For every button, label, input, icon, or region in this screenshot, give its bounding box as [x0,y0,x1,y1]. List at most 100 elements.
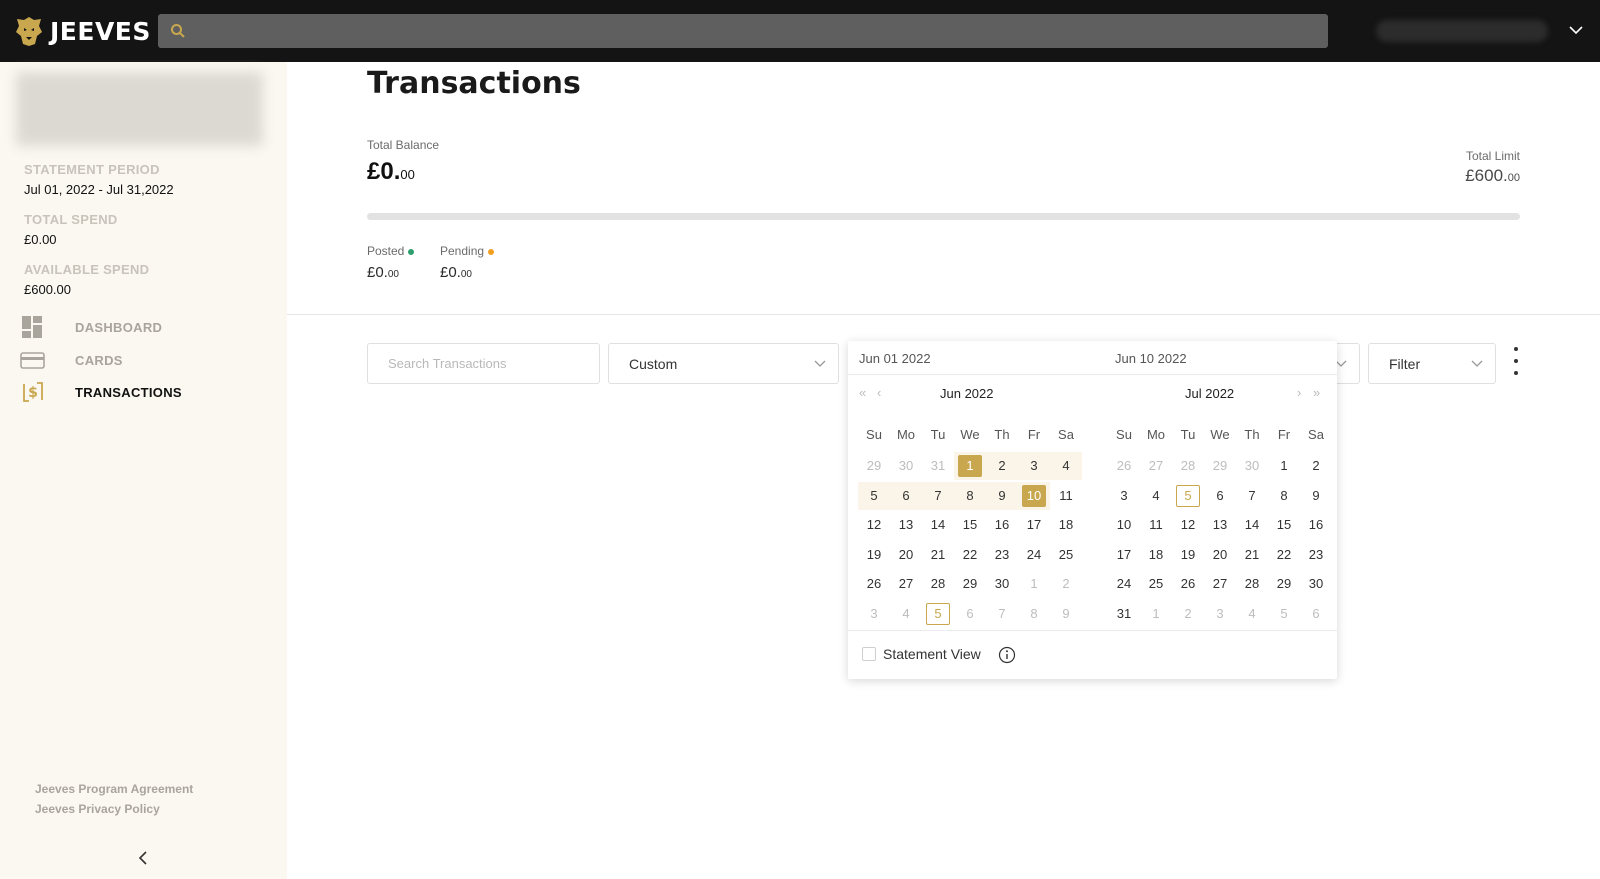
user-menu-blurred[interactable] [1376,20,1548,42]
calendar-day[interactable]: 5 [1176,484,1200,507]
calendar-day[interactable]: 23 [990,544,1014,566]
calendar-day[interactable]: 10 [1112,514,1136,536]
calendar-day[interactable]: 20 [1208,544,1232,566]
info-icon[interactable] [998,646,1016,664]
calendar-day[interactable]: 30 [894,455,918,477]
calendar-day[interactable]: 25 [1054,544,1078,566]
start-date-input[interactable]: Jun 01 2022 [859,351,931,366]
statement-view-checkbox[interactable] [862,647,876,661]
calendar-day[interactable]: 13 [1208,514,1232,536]
calendar-day[interactable]: 30 [1240,455,1264,477]
calendar-day[interactable]: 9 [1304,485,1328,507]
chevron-left-icon[interactable] [134,848,154,868]
calendar-day[interactable]: 11 [1054,485,1078,507]
calendar-day[interactable]: 29 [862,455,886,477]
privacy-policy-link[interactable]: Jeeves Privacy Policy [35,802,160,816]
calendar-day[interactable]: 29 [958,573,982,595]
calendar-day[interactable]: 16 [1304,514,1328,536]
filter-select[interactable]: Filter [1368,343,1496,384]
next-month-icon[interactable]: › [1297,385,1301,400]
calendar-day[interactable]: 24 [1022,544,1046,566]
calendar-day[interactable]: 12 [862,514,886,536]
calendar-day[interactable]: 18 [1144,544,1168,566]
calendar-day[interactable]: 3 [862,603,886,625]
prev-year-icon[interactable]: « [859,385,866,400]
calendar-day[interactable]: 6 [1208,485,1232,507]
calendar-day[interactable]: 11 [1144,514,1168,536]
chevron-down-icon[interactable] [1568,24,1584,36]
calendar-day[interactable]: 2 [1304,455,1328,477]
calendar-day[interactable]: 28 [1176,455,1200,477]
calendar-day[interactable]: 4 [894,603,918,625]
calendar-day[interactable]: 30 [990,573,1014,595]
calendar-day[interactable]: 12 [1176,514,1200,536]
calendar-day[interactable]: 21 [926,544,950,566]
calendar-day[interactable]: 9 [1054,603,1078,625]
calendar-day[interactable]: 15 [958,514,982,536]
calendar-day[interactable]: 2 [990,455,1014,477]
calendar-day[interactable]: 5 [862,485,886,507]
calendar-day[interactable]: 21 [1240,544,1264,566]
calendar-day[interactable]: 19 [862,544,886,566]
calendar-day[interactable]: 22 [1272,544,1296,566]
calendar-day[interactable]: 18 [1054,514,1078,536]
calendar-day[interactable]: 4 [1240,603,1264,625]
calendar-day[interactable]: 14 [926,514,950,536]
calendar-day[interactable]: 17 [1022,514,1046,536]
calendar-day[interactable]: 3 [1208,603,1232,625]
calendar-day[interactable]: 31 [1112,603,1136,625]
calendar-day[interactable]: 1 [1022,573,1046,595]
calendar-day[interactable]: 3 [1022,455,1046,477]
global-search-bar[interactable] [158,14,1328,48]
calendar-day[interactable]: 6 [958,603,982,625]
search-transactions-input[interactable] [367,343,600,384]
calendar-day[interactable]: 30 [1304,573,1328,595]
calendar-day[interactable]: 16 [990,514,1014,536]
calendar-day[interactable]: 4 [1054,455,1078,477]
calendar-day[interactable]: 2 [1176,603,1200,625]
calendar-day[interactable]: 23 [1304,544,1328,566]
calendar-day[interactable]: 7 [1240,485,1264,507]
calendar-day[interactable]: 22 [958,544,982,566]
calendar-day[interactable]: 7 [990,603,1014,625]
calendar-day[interactable]: 27 [1208,573,1232,595]
calendar-day[interactable]: 9 [990,485,1014,507]
calendar-day[interactable]: 2 [1054,573,1078,595]
calendar-day[interactable]: 8 [958,485,982,507]
calendar-day[interactable]: 24 [1112,573,1136,595]
program-agreement-link[interactable]: Jeeves Program Agreement [35,782,193,796]
prev-month-icon[interactable]: ‹ [877,385,881,400]
next-year-icon[interactable]: » [1313,385,1320,400]
calendar-day[interactable]: 26 [1176,573,1200,595]
calendar-day[interactable]: 8 [1022,603,1046,625]
more-options-icon[interactable] [1508,345,1524,381]
calendar-day[interactable]: 10 [1022,484,1046,507]
calendar-day[interactable]: 28 [926,573,950,595]
sidebar-item-cards[interactable]: CARDS [0,345,287,375]
calendar-day[interactable]: 5 [1272,603,1296,625]
sidebar-item-dashboard[interactable]: DASHBOARD [0,312,287,342]
calendar-day[interactable]: 28 [1240,573,1264,595]
calendar-day[interactable]: 31 [926,455,950,477]
calendar-day[interactable]: 7 [926,485,950,507]
calendar-day[interactable]: 19 [1176,544,1200,566]
calendar-day[interactable]: 14 [1240,514,1264,536]
jeeves-logo[interactable]: JEEVES [14,13,151,49]
calendar-day[interactable]: 25 [1144,573,1168,595]
calendar-day[interactable]: 26 [862,573,886,595]
calendar-day[interactable]: 6 [894,485,918,507]
calendar-day[interactable]: 1 [1272,455,1296,477]
calendar-day[interactable]: 29 [1208,455,1232,477]
calendar-day[interactable]: 8 [1272,485,1296,507]
period-select[interactable]: Custom [608,343,839,384]
calendar-day[interactable]: 27 [1144,455,1168,477]
sidebar-item-transactions[interactable]: $ TRANSACTIONS [0,377,287,407]
calendar-day[interactable]: 26 [1112,455,1136,477]
calendar-day[interactable]: 17 [1112,544,1136,566]
calendar-day[interactable]: 4 [1144,485,1168,507]
end-date-input[interactable]: Jun 10 2022 [1115,351,1187,366]
calendar-day[interactable]: 1 [958,455,982,477]
calendar-day[interactable]: 29 [1272,573,1296,595]
calendar-day[interactable]: 15 [1272,514,1296,536]
calendar-day[interactable]: 3 [1112,485,1136,507]
